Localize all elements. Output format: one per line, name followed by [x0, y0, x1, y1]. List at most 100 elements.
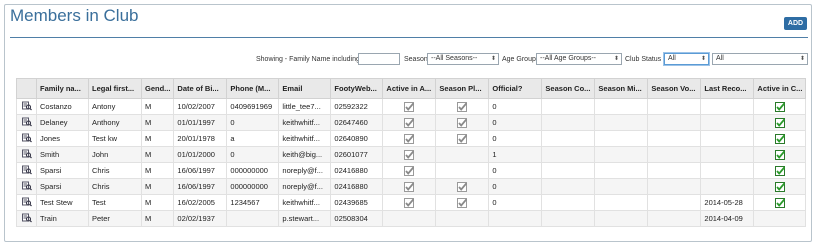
first-name-cell: Test: [88, 194, 142, 211]
season-select-value: --All Seasons--: [431, 55, 478, 62]
table-row[interactable]: Sparsi Chris M 16/06/1997 000000000 noreply@f…: [16, 162, 807, 179]
season-select[interactable]: --All Seasons-- ⬍: [427, 53, 499, 65]
view-record-icon[interactable]: [16, 162, 37, 179]
family-name-input[interactable]: [358, 53, 400, 65]
checkbox-green-icon: [774, 197, 785, 208]
family-name-cell: Sparsi: [36, 178, 89, 195]
header-email-column[interactable]: Email: [278, 78, 332, 99]
table-row[interactable]: Train Peter M 02/02/1937 p.stewart... 0250830…: [16, 210, 807, 227]
header-legal-first-column[interactable]: Legal first...: [88, 78, 142, 99]
table-row[interactable]: Costanzo Antony M 10/02/2007 0409691969 littl…: [16, 98, 807, 115]
season-co-cell: [541, 98, 596, 115]
view-record-icon[interactable]: [16, 146, 37, 163]
footyweb-cell: 02416880: [330, 178, 384, 195]
season-pl-check: [435, 130, 490, 147]
dob-cell: 01/01/1997: [173, 114, 228, 131]
active-c-check: [753, 130, 807, 147]
table-row[interactable]: Test Stew Test M 16/02/2005 1234567 keithwhit…: [16, 194, 807, 211]
last-record-cell: 2014-05-28: [700, 194, 755, 211]
extra-filter-select[interactable]: All ⬍: [712, 53, 808, 65]
active-c-check: [753, 210, 807, 227]
family-name-cell: Delaney: [36, 114, 89, 131]
first-name-cell: John: [88, 146, 142, 163]
view-record-icon[interactable]: [16, 194, 37, 211]
checkbox-grey-icon: [457, 197, 468, 208]
checkbox-grey-icon: [404, 149, 415, 160]
header-official-column[interactable]: Official?: [488, 78, 543, 99]
active-a-check: [382, 210, 437, 227]
season-filter-label: Season: [404, 56, 428, 63]
email-cell: keith@big...: [278, 146, 332, 163]
family-filter-label: Showing - Family Name including: [256, 56, 360, 63]
active-c-check: [753, 114, 807, 131]
season-co-cell: [541, 194, 596, 211]
view-record-icon[interactable]: [16, 210, 37, 227]
age-group-filter-label: Age Group: [502, 56, 536, 63]
view-record-icon[interactable]: [16, 130, 37, 147]
dob-cell: 10/02/2007: [173, 98, 228, 115]
header-gender-column[interactable]: Gend...: [140, 78, 175, 99]
last-record-cell: [700, 130, 755, 147]
header-family-name-column[interactable]: Family na...: [36, 78, 89, 99]
family-name-cell: Jones: [36, 130, 89, 147]
age-group-select[interactable]: --All Age Groups-- ⬍: [536, 53, 622, 65]
header-footyweb-column[interactable]: FootyWeb...: [330, 78, 384, 99]
gender-cell: M: [140, 162, 175, 179]
season-co-cell: [541, 210, 596, 227]
active-a-check: [382, 98, 437, 115]
gender-cell: M: [140, 98, 175, 115]
view-record-icon[interactable]: [16, 114, 37, 131]
season-co-cell: [541, 114, 596, 131]
header-season-pl-column[interactable]: Season Pl...: [435, 78, 490, 99]
checkbox-grey-icon: [457, 117, 468, 128]
table-row[interactable]: Smith John M 01/01/2000 0 keith@big... 0260107…: [16, 146, 807, 163]
phone-cell: 0409691969: [226, 98, 280, 115]
footyweb-cell: 02508304: [330, 210, 384, 227]
email-cell: p.stewart...: [278, 210, 332, 227]
active-a-check: [382, 162, 437, 179]
header-view-column[interactable]: [16, 78, 37, 99]
season-pl-check: [435, 114, 490, 131]
table-row[interactable]: Delaney Anthony M 01/01/1997 0 keithwhitf... 0…: [16, 114, 807, 131]
title-divider: [10, 37, 808, 38]
table-row[interactable]: Sparsi Chris M 16/06/1997 000000000 noreply@f…: [16, 178, 807, 195]
dob-cell: 20/01/1978: [173, 130, 228, 147]
club-status-select[interactable]: All ⬍: [664, 53, 709, 65]
email-cell: keithwhitf...: [278, 130, 332, 147]
last-record-cell: [700, 146, 755, 163]
header-dob-column[interactable]: Date of Bi...: [173, 78, 228, 99]
members-table: Family na... Legal first... Gend... Date of…: [16, 78, 807, 227]
first-name-cell: Anthony: [88, 114, 142, 131]
view-record-icon[interactable]: [16, 178, 37, 195]
page-title: Members in Club: [10, 6, 139, 25]
header-active-c-column[interactable]: Active in C...: [753, 78, 807, 99]
official-cell: 0: [488, 130, 543, 147]
footyweb-cell: 02439685: [330, 194, 384, 211]
header-last-record-column[interactable]: Last Reco...: [700, 78, 755, 99]
season-mi-cell: [594, 114, 649, 131]
header-season-mi-column[interactable]: Season Mi...: [594, 78, 649, 99]
table-row[interactable]: Jones Test kw M 20/01/1978 a keithwhitf... 026…: [16, 130, 807, 147]
add-button[interactable]: ADD: [784, 17, 807, 30]
season-mi-cell: [594, 98, 649, 115]
active-a-check: [382, 130, 437, 147]
header-season-vo-column[interactable]: Season Vo...: [647, 78, 702, 99]
official-cell: 0: [488, 162, 543, 179]
header-phone-column[interactable]: Phone (M...: [226, 78, 280, 99]
active-a-check: [382, 178, 437, 195]
first-name-cell: Chris: [88, 162, 142, 179]
season-mi-cell: [594, 130, 649, 147]
header-active-a-column[interactable]: Active in A...: [382, 78, 437, 99]
active-a-check: [382, 114, 437, 131]
checkbox-grey-icon: [404, 197, 415, 208]
dob-cell: 16/06/1997: [173, 178, 228, 195]
first-name-cell: Chris: [88, 178, 142, 195]
official-cell: 0: [488, 194, 543, 211]
active-c-check: [753, 162, 807, 179]
season-mi-cell: [594, 178, 649, 195]
view-record-icon[interactable]: [16, 98, 37, 115]
phone-cell: 000000000: [226, 162, 280, 179]
header-season-co-column[interactable]: Season Co...: [541, 78, 596, 99]
phone-cell: 000000000: [226, 178, 280, 195]
checkbox-grey-icon: [457, 101, 468, 112]
